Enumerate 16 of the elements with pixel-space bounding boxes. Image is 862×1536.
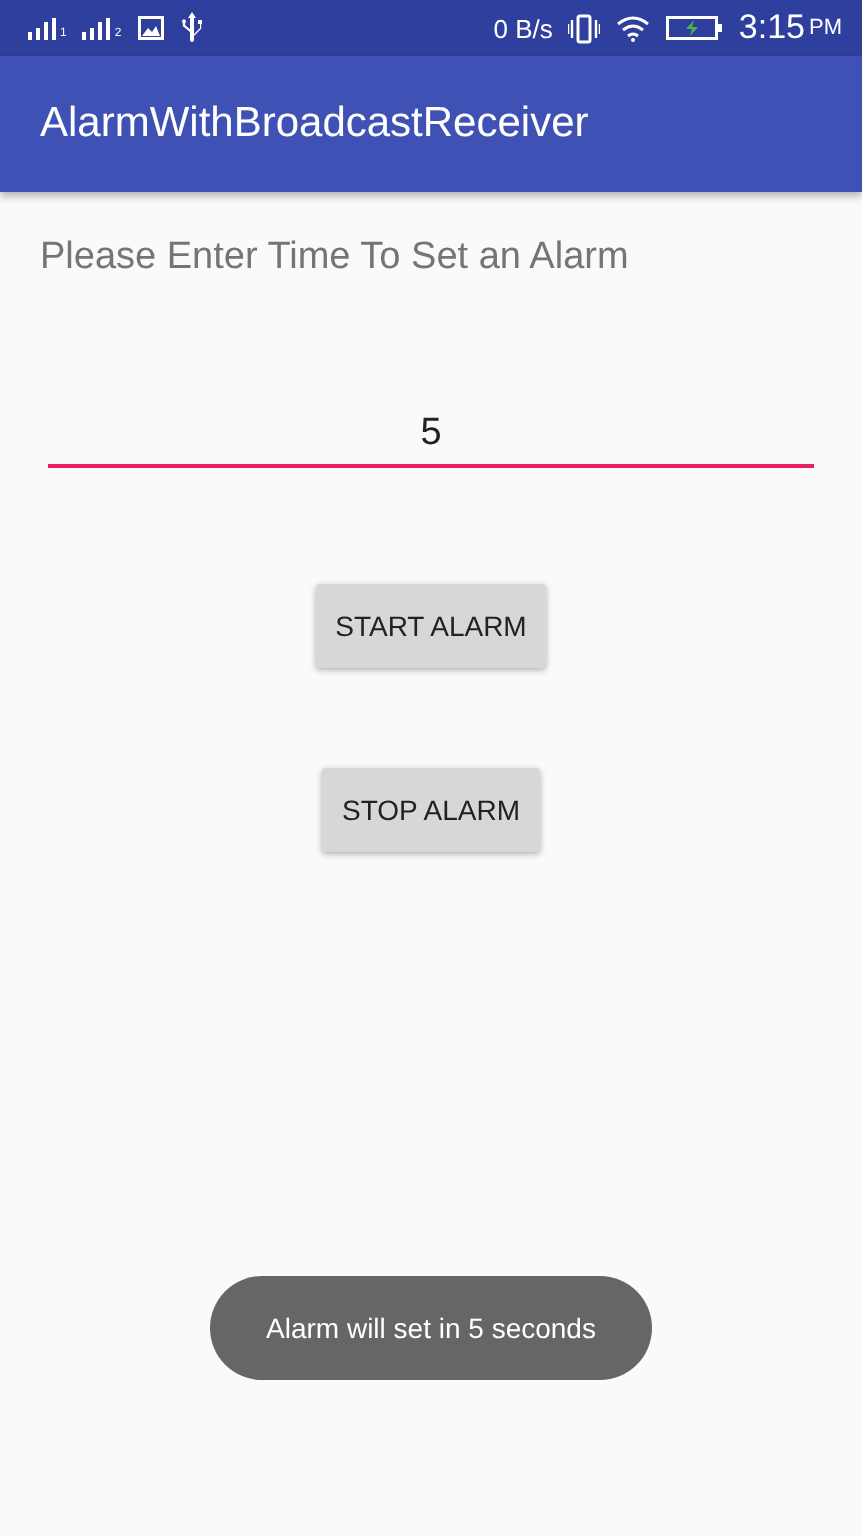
- network-speed: 0 B/s: [493, 13, 553, 43]
- usb-icon: [179, 12, 204, 44]
- prompt-text: Please Enter Time To Set an Alarm: [40, 236, 629, 280]
- wifi-icon: [616, 15, 651, 41]
- signal-icon: [28, 17, 58, 39]
- alarm-button[interactable]: START ALARM: [315, 584, 547, 668]
- signal-icon: [82, 17, 113, 39]
- vibrate-icon: [568, 13, 601, 43]
- alarm-button[interactable]: STOP ALARM: [322, 768, 540, 852]
- toast-message: Alarm will set in 5 seconds: [210, 1276, 652, 1380]
- battery-icon: [666, 16, 723, 40]
- app-title: AlarmWithBroadcastReceiver: [40, 100, 589, 148]
- image-icon: [137, 16, 164, 40]
- clock: 3:15: [738, 8, 805, 48]
- clock-period: PM: [809, 16, 842, 40]
- time-input-field[interactable]: 5: [48, 404, 814, 468]
